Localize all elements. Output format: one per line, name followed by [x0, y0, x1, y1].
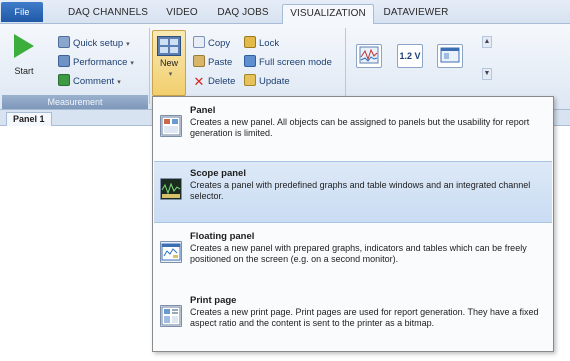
chevron-down-icon: ▾: [117, 79, 121, 86]
update-icon: [244, 74, 256, 86]
menu-item-title: Print page: [190, 295, 237, 306]
tab-visualization[interactable]: VISUALIZATION: [282, 4, 374, 24]
full-screen-mode-button[interactable]: Full screen mode: [244, 55, 332, 70]
menu-item-title: Panel: [190, 105, 216, 116]
performance-icon: [58, 55, 70, 67]
delete-icon: ✕: [193, 74, 205, 89]
menu-item-description: Creates a new panel. All objects can be …: [190, 117, 530, 138]
delete-button[interactable]: ✕ Delete: [193, 74, 236, 89]
menu-item-title: Scope panel: [190, 168, 246, 179]
performance-button[interactable]: Performance ▾: [58, 55, 134, 70]
new-button[interactable]: New ▾: [152, 30, 186, 96]
tab-video[interactable]: VIDEO: [160, 4, 204, 24]
new-panel-icon: [157, 36, 181, 56]
copy-button[interactable]: Copy: [193, 36, 230, 51]
group-divider: [345, 28, 346, 104]
lock-icon: [244, 36, 256, 48]
paste-icon: [193, 55, 205, 67]
measurement-group-label: Measurement: [2, 95, 148, 109]
menu-item-title: Floating panel: [190, 231, 255, 242]
scope-panel-icon: [160, 178, 182, 200]
menu-item-panel[interactable]: Panel Creates a new panel. All objects c…: [154, 99, 552, 161]
menu-item-scope-panel[interactable]: Scope panel Creates a panel with predefi…: [154, 161, 552, 223]
menu-item-print-page[interactable]: Print page Creates a new print page. Pri…: [154, 289, 552, 351]
menu-item-description: Creates a new print page. Print pages ar…: [190, 307, 539, 328]
ribbon-tab-bar: File DAQ CHANNELS VIDEO DAQ JOBS VISUALI…: [0, 0, 570, 24]
tab-daq-channels[interactable]: DAQ CHANNELS: [62, 4, 154, 24]
lock-button[interactable]: Lock: [244, 36, 279, 51]
lock-label: Lock: [259, 38, 280, 49]
tab-panel-1[interactable]: Panel 1: [6, 112, 52, 126]
comment-label: Comment: [73, 76, 115, 87]
table-window-icon[interactable]: [437, 44, 463, 68]
tab-file[interactable]: File: [1, 2, 43, 22]
floating-panel-icon: [160, 241, 182, 263]
copy-icon: [193, 36, 205, 48]
quick-setup-icon: [58, 36, 70, 48]
gallery-scroll-up[interactable]: ▲: [482, 36, 492, 48]
copy-label: Copy: [208, 38, 231, 49]
tab-dataviewer[interactable]: DATAVIEWER: [380, 4, 452, 24]
start-button-label: Start: [14, 66, 34, 76]
new-panel-dropdown: Panel Creates a new panel. All objects c…: [152, 96, 554, 352]
print-page-icon: [160, 305, 182, 327]
menu-item-description: Creates a panel with predefined graphs a…: [190, 180, 531, 201]
update-button[interactable]: Update: [244, 74, 290, 89]
delete-label: Delete: [208, 76, 236, 87]
chevron-down-icon: ▾: [168, 71, 173, 78]
update-label: Update: [259, 76, 290, 87]
gallery-scroll-down[interactable]: ▼: [482, 68, 492, 80]
menu-item-description: Creates a new panel with prepared graphs…: [190, 243, 527, 264]
full-screen-mode-label: Full screen mode: [259, 57, 332, 68]
comment-button[interactable]: Comment ▾: [58, 74, 121, 89]
start-button[interactable]: Start: [6, 34, 42, 76]
window-icon: [440, 47, 460, 63]
comment-icon: [58, 74, 70, 86]
graph-gallery-icon[interactable]: [356, 44, 382, 68]
performance-label: Performance: [73, 57, 128, 68]
fullscreen-icon: [244, 55, 256, 67]
graph-icon: [359, 46, 379, 64]
chevron-down-icon: ▾: [126, 41, 130, 48]
paste-button[interactable]: Paste: [193, 55, 232, 70]
group-divider: [149, 28, 150, 104]
chevron-down-icon: ▾: [130, 60, 134, 67]
paste-label: Paste: [208, 57, 233, 68]
quick-setup-label: Quick setup: [73, 38, 124, 49]
tab-daq-jobs[interactable]: DAQ JOBS: [210, 4, 276, 24]
value-indicator-icon[interactable]: 1.2 V: [397, 44, 423, 68]
menu-item-floating-panel[interactable]: Floating panel Creates a new panel with …: [154, 225, 552, 287]
panel-icon: [160, 115, 182, 137]
play-icon: [14, 34, 34, 58]
new-button-label: New: [159, 58, 178, 68]
quick-setup-button[interactable]: Quick setup ▾: [58, 36, 130, 51]
